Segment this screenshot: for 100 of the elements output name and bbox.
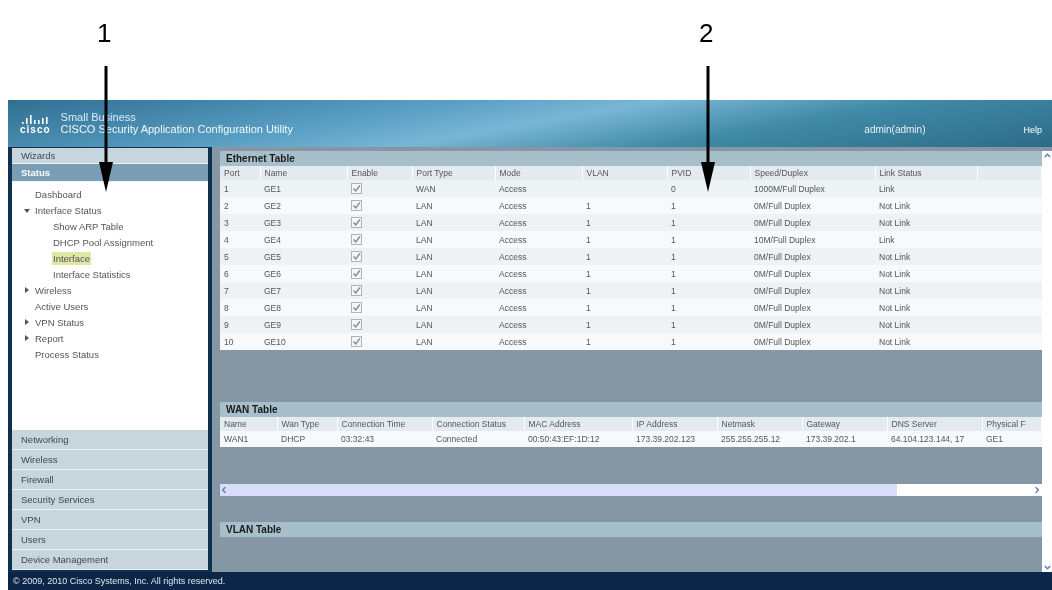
tree-item[interactable]: VPN Status [34, 315, 86, 329]
table-cell: GE9 [260, 316, 347, 333]
table-cell: 4 [220, 231, 260, 248]
table-cell: LAN [412, 316, 495, 333]
chevron-left-icon[interactable] [220, 485, 229, 495]
table-cell: 1 [582, 299, 667, 316]
column-header: Physical F [982, 417, 1042, 431]
nav-section[interactable]: Networking [12, 430, 208, 450]
table-cell: 1 [582, 333, 667, 350]
table-cell: 0M/Full Duplex [750, 248, 875, 265]
collapsed-triangle-icon[interactable] [23, 334, 31, 342]
table-cell: GE7 [260, 282, 347, 299]
table-cell: 1 [582, 231, 667, 248]
table-cell: 3 [220, 214, 260, 231]
chevron-right-icon[interactable] [1033, 485, 1042, 495]
column-header: Wan Type [277, 417, 337, 431]
table-cell: 1 [582, 214, 667, 231]
tree-item[interactable]: Interface [52, 251, 91, 265]
table-cell: LAN [412, 214, 495, 231]
column-header: Name [260, 166, 347, 180]
table-cell: WAN1 [220, 431, 277, 447]
table-cell: Access [495, 180, 582, 197]
tree-item[interactable]: Interface Statistics [52, 267, 132, 281]
tree-item[interactable]: Wireless [34, 283, 73, 297]
checkbox[interactable] [351, 234, 362, 246]
horizontal-scrollbar[interactable] [220, 484, 1042, 496]
checkbox[interactable] [351, 302, 362, 314]
table-cell: GE6 [260, 265, 347, 282]
table-cell: 255.255.255.12 [717, 431, 802, 447]
table-cell: LAN [412, 265, 495, 282]
table-cell: 1 [667, 299, 750, 316]
callout-number: 2 [699, 18, 714, 49]
expanded-triangle-icon[interactable] [23, 206, 31, 214]
table-cell: GE1 [982, 431, 1042, 447]
callout-number: 1 [97, 18, 112, 49]
tree-item[interactable]: Process Status [34, 347, 100, 361]
column-header: Name [220, 417, 277, 431]
table-cell: LAN [412, 197, 495, 214]
tree-item[interactable]: Interface Status [34, 203, 103, 217]
table-title: WAN Table [220, 402, 1042, 417]
table-cell: 1 [667, 214, 750, 231]
table-cell: 10 [220, 333, 260, 350]
nav-section[interactable]: Security Services [12, 490, 208, 510]
checkbox[interactable] [351, 251, 362, 263]
collapsed-triangle-icon[interactable] [23, 286, 31, 294]
table-cell: Access [495, 316, 582, 333]
tree-item[interactable]: Show ARP Table [52, 219, 125, 233]
checkbox[interactable] [351, 319, 362, 331]
table-cell: 1 [582, 282, 667, 299]
table-cell: 0M/Full Duplex [750, 299, 875, 316]
tree-item[interactable]: Active Users [34, 299, 90, 313]
checkbox[interactable] [351, 183, 362, 195]
checkbox[interactable] [351, 268, 362, 280]
checkbox[interactable] [351, 285, 362, 297]
checkbox[interactable] [351, 200, 362, 212]
help-link[interactable]: Help [1023, 125, 1042, 135]
collapsed-triangle-icon[interactable] [23, 318, 31, 326]
logo-bars-icon [21, 115, 50, 124]
table-cell: 0M/Full Duplex [750, 316, 875, 333]
table-cell: 1 [667, 248, 750, 265]
tree-item[interactable]: DHCP Pool Assignment [52, 235, 155, 249]
table-cell: 0M/Full Duplex [750, 197, 875, 214]
table-cell: Not Link [875, 316, 977, 333]
table-cell: Connected [432, 431, 524, 447]
table-cell: 1 [220, 180, 260, 197]
table-cell: Access [495, 265, 582, 282]
table-cell: Access [495, 248, 582, 265]
nav-section[interactable]: VPN [12, 510, 208, 530]
table-cell: GE3 [260, 214, 347, 231]
table-cell: 0 [667, 180, 750, 197]
column-header: Speed/Duplex [750, 166, 875, 180]
checkbox[interactable] [351, 217, 362, 229]
column-header: VLAN [582, 166, 667, 180]
table-cell: 0M/Full Duplex [750, 265, 875, 282]
table-cell: 173.39.202.1 [802, 431, 887, 447]
column-header: Enable [347, 166, 412, 180]
vertical-scrollbar[interactable] [1042, 151, 1052, 572]
nav-section[interactable]: Wireless [12, 450, 208, 470]
table-cell: 7 [220, 282, 260, 299]
table-cell: 6 [220, 265, 260, 282]
table-cell: Access [495, 231, 582, 248]
table-cell: 0M/Full Duplex [750, 282, 875, 299]
table-cell: 00:50:43:EF:1D:12 [524, 431, 632, 447]
table-cell: 64.104.123.144, 17 [887, 431, 982, 447]
table-cell: Not Link [875, 214, 977, 231]
nav-section[interactable]: Users [12, 530, 208, 550]
table-cell: 0M/Full Duplex [750, 214, 875, 231]
nav-section[interactable]: Wizards [12, 148, 208, 164]
nav-section[interactable]: Device Management [12, 550, 208, 570]
tree-item[interactable]: Dashboard [34, 187, 83, 201]
column-header: MAC Address [524, 417, 632, 431]
column-header: Connection Time [337, 417, 432, 431]
table-title: Ethernet Table [220, 151, 1042, 166]
table-cell: GE1 [260, 180, 347, 197]
checkbox[interactable] [351, 336, 362, 348]
table-cell: 9 [220, 316, 260, 333]
tree-item[interactable]: Report [34, 331, 65, 345]
table-cell: 1 [667, 265, 750, 282]
column-header: Connection Status [432, 417, 524, 431]
nav-section[interactable]: Firewall [12, 470, 208, 490]
